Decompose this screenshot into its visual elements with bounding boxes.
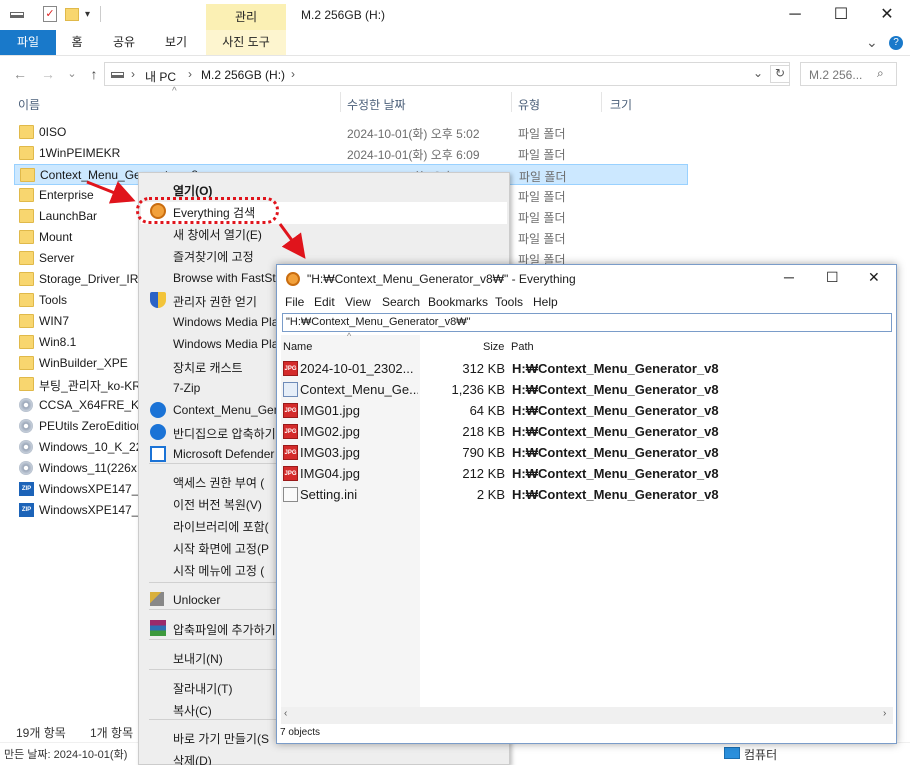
result-size: 2 KB <box>476 487 505 502</box>
arrow-to-everything-item <box>86 180 136 204</box>
result-row[interactable]: Setting.ini 2 KB H:₩Context_Menu_Generator… <box>281 484 893 505</box>
result-name: Context_Menu_Ge... <box>300 382 418 397</box>
result-path: H:₩Context_Menu_Generator_v8 <box>512 445 719 460</box>
everything-column-name[interactable]: Name <box>283 341 312 353</box>
everything-results: ^ Name Size Path JPG 2024-10-01_2302... 31… <box>281 331 893 707</box>
result-row[interactable]: JPG IMG03.jpg 790 KB H:₩Context_Menu_Genera… <box>281 442 893 463</box>
everything-minimize-button[interactable]: ─ <box>784 269 794 285</box>
result-name: 2024-10-01_2302... <box>300 361 414 376</box>
result-size: 64 KB <box>469 403 505 418</box>
result-size: 1,236 KB <box>451 382 506 397</box>
everything-column-size[interactable]: Size <box>483 341 504 353</box>
result-name: IMG03.jpg <box>300 445 360 460</box>
menu-file[interactable]: File <box>285 295 304 309</box>
scroll-right-icon[interactable]: › <box>883 708 886 719</box>
scroll-left-icon[interactable]: ‹ <box>284 708 287 719</box>
jpg-file-icon: JPG <box>283 466 298 481</box>
jpg-file-icon: JPG <box>283 361 298 376</box>
menu-tools[interactable]: Tools <box>495 295 523 309</box>
jpg-file-icon: JPG <box>283 424 298 439</box>
menu-help[interactable]: Help <box>533 295 558 309</box>
result-name: IMG02.jpg <box>300 424 360 439</box>
result-size: 790 KB <box>462 445 505 460</box>
sort-arrow-icon: ^ <box>347 331 352 341</box>
ini-file-icon <box>283 487 298 502</box>
result-path: H:₩Context_Menu_Generator_v8 <box>512 466 719 481</box>
menu-bookmarks[interactable]: Bookmarks <box>428 295 488 309</box>
menu-search[interactable]: Search <box>382 295 420 309</box>
everything-column-path[interactable]: Path <box>511 341 534 353</box>
everything-status: 7 objects <box>280 727 321 738</box>
result-size: 218 KB <box>462 424 505 439</box>
result-size: 312 KB <box>462 361 505 376</box>
result-name: IMG04.jpg <box>300 466 360 481</box>
result-path: H:₩Context_Menu_Generator_v8 <box>512 382 719 397</box>
result-path: H:₩Context_Menu_Generator_v8 <box>512 361 719 376</box>
result-size: 212 KB <box>462 466 505 481</box>
exe-file-icon <box>283 382 298 397</box>
menu-view[interactable]: View <box>345 295 371 309</box>
everything-maximize-button[interactable]: ☐ <box>826 269 839 286</box>
result-row[interactable]: JPG IMG02.jpg 218 KB H:₩Context_Menu_Genera… <box>281 421 893 442</box>
result-path: H:₩Context_Menu_Generator_v8 <box>512 424 719 439</box>
result-row[interactable]: JPG 2024-10-01_2302... 312 KB H:₩Context_Me… <box>281 358 893 379</box>
result-row[interactable]: JPG IMG04.jpg 212 KB H:₩Context_Menu_Genera… <box>281 463 893 484</box>
result-path: H:₩Context_Menu_Generator_v8 <box>512 403 719 418</box>
everything-close-button[interactable]: ✕ <box>868 269 880 286</box>
jpg-file-icon: JPG <box>283 403 298 418</box>
everything-horizontal-scrollbar[interactable]: ‹ › <box>281 707 893 724</box>
result-path: H:₩Context_Menu_Generator_v8 <box>512 487 719 502</box>
everything-app-icon <box>286 272 300 286</box>
everything-search-input[interactable]: "H:₩Context_Menu_Generator_v8₩" <box>282 313 892 332</box>
menu-edit[interactable]: Edit <box>314 295 335 309</box>
arrow-to-everything-window <box>278 223 306 259</box>
result-row[interactable]: Context_Menu_Ge... 1,236 KB H:₩Context_Men… <box>281 379 893 400</box>
result-row[interactable]: JPG IMG01.jpg 64 KB H:₩Context_Menu_Generat… <box>281 400 893 421</box>
everything-window[interactable]: "H:₩Context_Menu_Generator_v8₩" - Everyt… <box>276 264 897 744</box>
jpg-file-icon: JPG <box>283 445 298 460</box>
result-name: Setting.ini <box>300 487 358 502</box>
result-name: IMG01.jpg <box>300 403 360 418</box>
everything-title: "H:₩Context_Menu_Generator_v8₩" - Everyt… <box>307 272 576 286</box>
